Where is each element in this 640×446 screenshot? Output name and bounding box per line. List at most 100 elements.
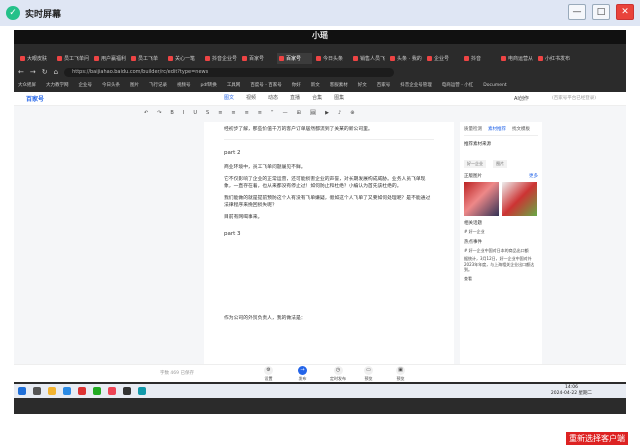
browser-tab[interactable]: 电商运营从 [499, 53, 534, 64]
align-left-icon[interactable]: ≡ [218, 110, 222, 116]
table-icon[interactable]: ⊞ [297, 110, 301, 116]
browser-tab[interactable]: 百家号 [240, 53, 275, 64]
bookmark-item[interactable]: 客服素材 [330, 82, 348, 88]
tab-collection[interactable]: 合集 [312, 94, 322, 101]
forward-icon[interactable]: → [30, 68, 36, 76]
bookmark-item[interactable]: 视频号 [177, 82, 191, 88]
home-icon[interactable]: ⌂ [54, 68, 58, 76]
keyword-chip[interactable]: 好一企业 [464, 160, 486, 168]
maximize-button[interactable]: □ [592, 4, 610, 20]
document-body[interactable]: 经初步了解，那些价值千万的客户订单居然都流到了关某的新公司里。 part 2 商… [204, 122, 454, 380]
quote-icon[interactable]: “ [271, 110, 274, 116]
underline-icon[interactable]: U [193, 110, 197, 116]
tab-template[interactable]: 找文模板 [512, 126, 530, 132]
start-icon[interactable] [18, 387, 26, 395]
stock-image[interactable] [464, 182, 499, 216]
app-icon[interactable] [123, 387, 131, 395]
browser-tab[interactable]: 销售人员飞 [351, 53, 386, 64]
panel-section-title: 热点事件 [464, 239, 482, 245]
bookmark-item[interactable]: pdf转换 [201, 82, 217, 88]
stock-image[interactable] [502, 182, 537, 216]
topic-item[interactable]: # 好一企业 [464, 229, 538, 235]
bookmark-item[interactable]: 百度号 - 百家号 [250, 82, 281, 88]
close-button[interactable]: ✕ [616, 4, 634, 20]
bookmark-item[interactable]: 图片 [130, 82, 139, 88]
tab-dynamic[interactable]: 动态 [268, 94, 278, 101]
align-center-icon[interactable]: ≡ [231, 110, 235, 116]
bookmark-item[interactable]: 工具网 [227, 82, 241, 88]
reload-icon[interactable]: ↻ [42, 68, 48, 76]
image-icon[interactable]: 🖼 [310, 110, 316, 116]
bookmark-item[interactable]: 新文 [311, 82, 320, 88]
back-icon[interactable]: ← [18, 68, 24, 76]
tab-favicon-icon [242, 55, 247, 61]
bookmark-item[interactable]: 飞行记录 [149, 82, 167, 88]
browser-tab[interactable]: 今日头条 [314, 53, 349, 64]
more-link[interactable]: 更多 [529, 173, 538, 179]
bookmark-item[interactable]: Document [483, 83, 506, 88]
tab-live[interactable]: 直播 [290, 94, 300, 101]
schedule-publish-button[interactable]: ◷ 定时发布 [330, 366, 346, 382]
keyword-chip[interactable]: 图片 [493, 160, 508, 168]
browser-tab[interactable]: 企业号 [425, 53, 460, 64]
browser-tab[interactable]: 关心一笔 [166, 53, 201, 64]
bookmark-item[interactable]: 好文 [358, 82, 367, 88]
browser-tab[interactable]: 员工飞单问 [55, 53, 90, 64]
unordered-list-icon[interactable]: ≡ [258, 110, 262, 116]
app-logo-icon: ✓ [6, 6, 20, 20]
bookmark-item[interactable]: 你好 [292, 82, 301, 88]
ai-create-button[interactable]: AI创作 [514, 95, 529, 102]
bookmark-item[interactable]: 电商运营 - 小红 [442, 82, 473, 88]
edge-icon[interactable] [63, 387, 71, 395]
undo-icon[interactable]: ↶ [144, 110, 148, 116]
wechat-icon[interactable] [93, 387, 101, 395]
app-icon[interactable] [138, 387, 146, 395]
tab-favicon-icon [279, 55, 284, 61]
strikethrough-icon[interactable]: S [206, 110, 209, 116]
bookmark-item[interactable]: 今日头条 [102, 82, 120, 88]
tab-quality-check[interactable]: 质量检测 [464, 126, 482, 132]
audio-icon[interactable]: ♪ [338, 110, 341, 116]
url-input[interactable]: https://baijiahao.baidu.com/builder/rc/e… [64, 67, 395, 77]
bookmark-item[interactable]: 企业号 [79, 82, 93, 88]
minimize-button[interactable]: — [568, 4, 586, 20]
reselect-client-button[interactable]: 重新选择客户端 [566, 432, 628, 445]
browser-tab[interactable]: 抖音 [462, 53, 497, 64]
publish-button[interactable]: → 发布 [298, 366, 307, 382]
browser-tab[interactable]: 抖音企业号 [203, 53, 238, 64]
tab-material-recommend[interactable]: 素材推荐 [488, 126, 506, 132]
tab-article[interactable]: 图文 [224, 94, 234, 101]
tab-favicon-icon [538, 55, 543, 61]
ordered-list-icon[interactable]: ≡ [245, 110, 249, 116]
app-icon[interactable] [78, 387, 86, 395]
preview-button[interactable]: ▭ 预览 [364, 366, 373, 382]
bookmark-item[interactable]: 百家号 [377, 82, 391, 88]
tab-video[interactable]: 视频 [246, 94, 256, 101]
app-icon[interactable] [108, 387, 116, 395]
bold-icon[interactable]: B [170, 110, 173, 116]
explorer-icon[interactable] [48, 387, 56, 395]
search-icon[interactable] [33, 387, 41, 395]
bookmark-item[interactable]: 大力教学网 [46, 82, 69, 88]
baijiahao-logo[interactable]: 百家号 [26, 94, 44, 103]
tab-gallery[interactable]: 图集 [334, 94, 344, 101]
bookmark-item[interactable]: 大众摇屏 [18, 82, 36, 88]
preview-button-2[interactable]: ▣ 预览 [396, 366, 405, 382]
redo-icon[interactable]: ↷ [157, 110, 161, 116]
browser-tab[interactable]: 小红书发布 [536, 53, 571, 64]
video-icon[interactable]: ▶ [325, 110, 329, 116]
italic-icon[interactable]: I [183, 110, 184, 116]
insert-more-icon[interactable]: ⊕ [350, 110, 354, 116]
browser-tab[interactable]: 员工飞单 [129, 53, 164, 64]
remote-screen[interactable]: 小瑶 大眼皮肤 员工飞单问 用户赢福利 员工飞单 关心一笔 抖音企业号 百家号 … [14, 30, 626, 414]
browser-tab[interactable]: 头条 · 我的 [388, 53, 423, 64]
browser-tab-active[interactable]: 百家号 [277, 52, 312, 64]
news-title[interactable]: # 好一企业中国对日本的商品出口额 [464, 248, 538, 254]
browser-tab[interactable]: 用户赢福利 [92, 53, 127, 64]
clock[interactable]: 14:06 2024-04-22 星期二 [551, 385, 592, 397]
browser-tab[interactable]: 大眼皮肤 [18, 53, 53, 64]
divider-icon[interactable]: — [283, 110, 288, 116]
bookmark-item[interactable]: 抖音企业号管理 [400, 82, 432, 88]
settings-action[interactable]: ⚙ 设置 [264, 366, 273, 382]
news-view-link[interactable]: 查看 [464, 276, 538, 282]
